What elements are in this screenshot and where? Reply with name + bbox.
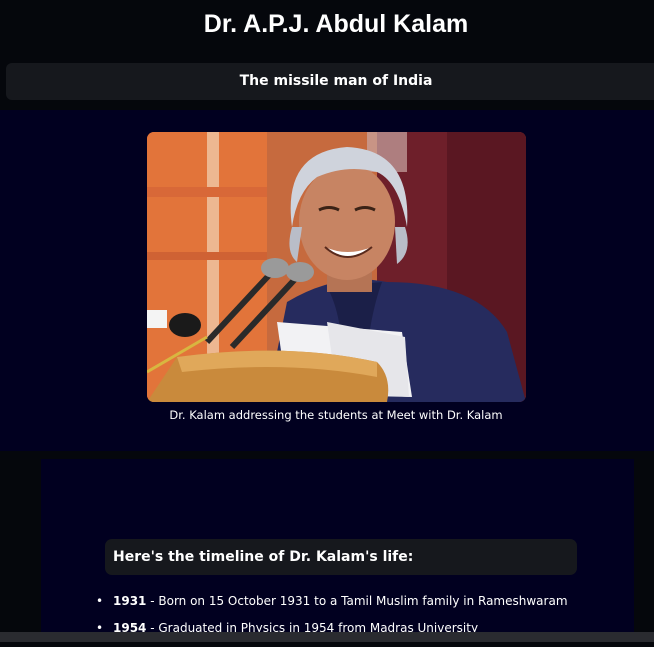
bullet-icon: • [96, 594, 104, 608]
timeline-year: 1931 [113, 594, 147, 608]
subtitle-bar: The missile man of India [6, 63, 654, 100]
horizontal-scrollbar[interactable] [0, 632, 654, 642]
timeline-text: - Born on 15 October 1931 to a Tamil Mus… [146, 594, 568, 608]
subtitle-text: The missile man of India [239, 73, 433, 89]
hero-section: Dr. Kalam addressing the students at Mee… [0, 110, 654, 451]
timeline-item: • 1931 - Born on 15 October 1931 to a Ta… [96, 593, 568, 620]
photo-caption: Dr. Kalam addressing the students at Mee… [169, 408, 503, 422]
kalam-photo [147, 132, 526, 402]
page-title: Dr. A.P.J. Abdul Kalam [203, 10, 469, 38]
timeline-section: Here's the timeline of Dr. Kalam's life:… [41, 459, 634, 642]
timeline-heading: Here's the timeline of Dr. Kalam's life: [105, 539, 577, 575]
